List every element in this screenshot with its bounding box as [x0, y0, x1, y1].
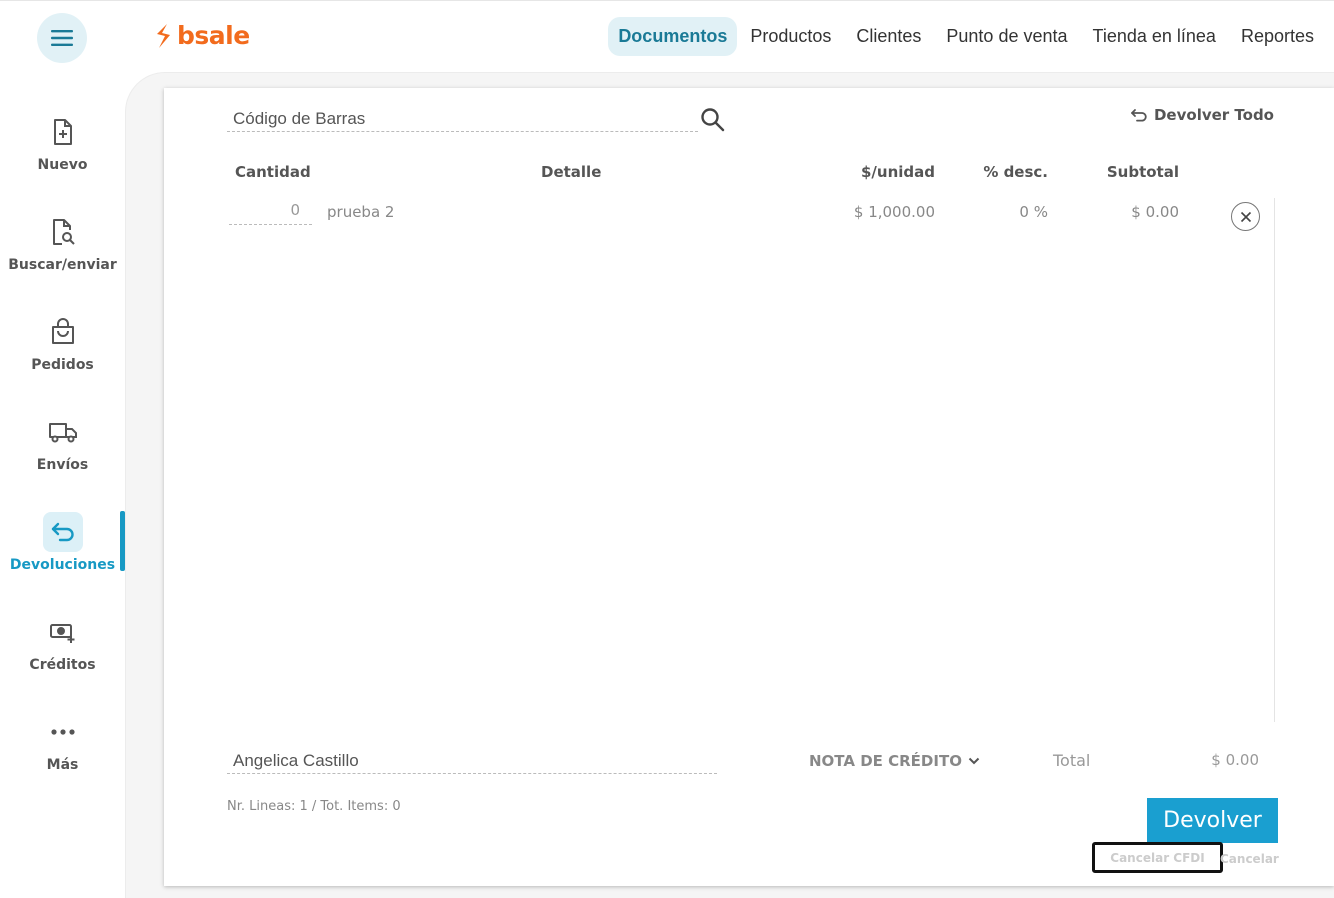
nav-punto-de-venta[interactable]: Punto de venta: [934, 17, 1079, 56]
nav-documentos[interactable]: Documentos: [608, 17, 738, 56]
nav-productos[interactable]: Productos: [738, 17, 843, 56]
sidebar: Nuevo Buscar/enviar Pedidos Envíos Devol…: [0, 72, 125, 898]
nav-tienda-en-linea[interactable]: Tienda en línea: [1081, 17, 1228, 56]
client-input[interactable]: Angelica Castillo: [227, 748, 717, 774]
top-bar: bsale Documentos Productos Clientes Punt…: [0, 0, 1334, 72]
return-arrow-icon: [1131, 108, 1147, 121]
truck-icon: [43, 412, 83, 452]
return-all-button[interactable]: Devolver Todo: [1130, 106, 1274, 124]
sidebar-item-label: Devoluciones: [9, 557, 116, 573]
column-header-unit-price: $/unidad: [860, 163, 935, 181]
document-type-dropdown[interactable]: NOTA DE CRÉDITO: [809, 752, 980, 770]
remove-row-button[interactable]: [1231, 202, 1260, 231]
chevron-down-icon: [968, 757, 980, 765]
sidebar-item-devoluciones[interactable]: Devoluciones: [0, 512, 125, 592]
hamburger-menu-button[interactable]: [37, 13, 87, 63]
lines-summary: Nr. Lineas: 1 / Tot. Items: 0: [227, 799, 401, 814]
document-type-label: NOTA DE CRÉDITO: [809, 752, 962, 770]
money-plus-icon: [43, 612, 83, 652]
table-divider: [1274, 198, 1275, 722]
quantity-input[interactable]: 0: [229, 201, 312, 225]
search-icon[interactable]: [700, 107, 726, 138]
column-header-discount: % desc.: [983, 163, 1048, 181]
nav-clientes[interactable]: Clientes: [844, 17, 933, 56]
cancel-link[interactable]: Cancelar: [1220, 852, 1279, 866]
return-form-card: Código de Barras Devolver Todo Cantidad …: [164, 88, 1334, 886]
file-plus-icon: [43, 112, 83, 152]
bsale-logo-icon: [157, 23, 170, 48]
sidebar-item-buscar-enviar[interactable]: Buscar/enviar: [0, 212, 125, 292]
cancel-cfdi-button[interactable]: Cancelar CFDI: [1092, 842, 1223, 873]
sidebar-item-label: Más: [46, 757, 79, 773]
item-unit-price: $ 1,000.00: [853, 203, 935, 221]
sidebar-item-label: Buscar/enviar: [8, 257, 117, 273]
sidebar-item-envios[interactable]: Envíos: [0, 412, 125, 492]
barcode-input[interactable]: Código de Barras: [227, 106, 698, 132]
more-dots-icon: [43, 712, 83, 752]
item-discount: 0 %: [1019, 203, 1048, 221]
shopping-bag-icon: [43, 312, 83, 352]
sidebar-item-label: Nuevo: [37, 157, 88, 173]
sidebar-item-pedidos[interactable]: Pedidos: [0, 312, 125, 392]
column-header-detalle: Detalle: [541, 163, 602, 181]
devolver-button[interactable]: Devolver: [1147, 798, 1278, 843]
sidebar-item-nuevo[interactable]: Nuevo: [0, 112, 125, 192]
column-header-subtotal: Subtotal: [1106, 163, 1179, 181]
close-icon: [1240, 211, 1251, 222]
sidebar-item-label: Créditos: [29, 657, 96, 673]
file-search-icon: [43, 212, 83, 252]
brand-name: bsale: [177, 21, 250, 50]
sidebar-item-label: Pedidos: [31, 357, 94, 373]
sidebar-item-label: Envíos: [36, 457, 89, 473]
item-subtotal: $ 0.00: [1131, 203, 1179, 221]
hamburger-icon: [51, 30, 73, 46]
nav-reportes[interactable]: Reportes: [1229, 17, 1326, 56]
sidebar-item-creditos[interactable]: Créditos: [0, 612, 125, 692]
brand-logo[interactable]: bsale: [153, 21, 250, 50]
return-all-label: Devolver Todo: [1153, 106, 1274, 124]
main-nav: Documentos Productos Clientes Punto de v…: [607, 17, 1326, 56]
total-value: $ 0.00: [1211, 751, 1259, 769]
sidebar-item-mas[interactable]: Más: [0, 712, 125, 792]
item-detail: prueba 2: [327, 203, 395, 221]
return-arrow-icon: [42, 512, 83, 552]
total-label: Total: [1053, 751, 1091, 770]
column-header-cantidad: Cantidad: [235, 163, 311, 181]
